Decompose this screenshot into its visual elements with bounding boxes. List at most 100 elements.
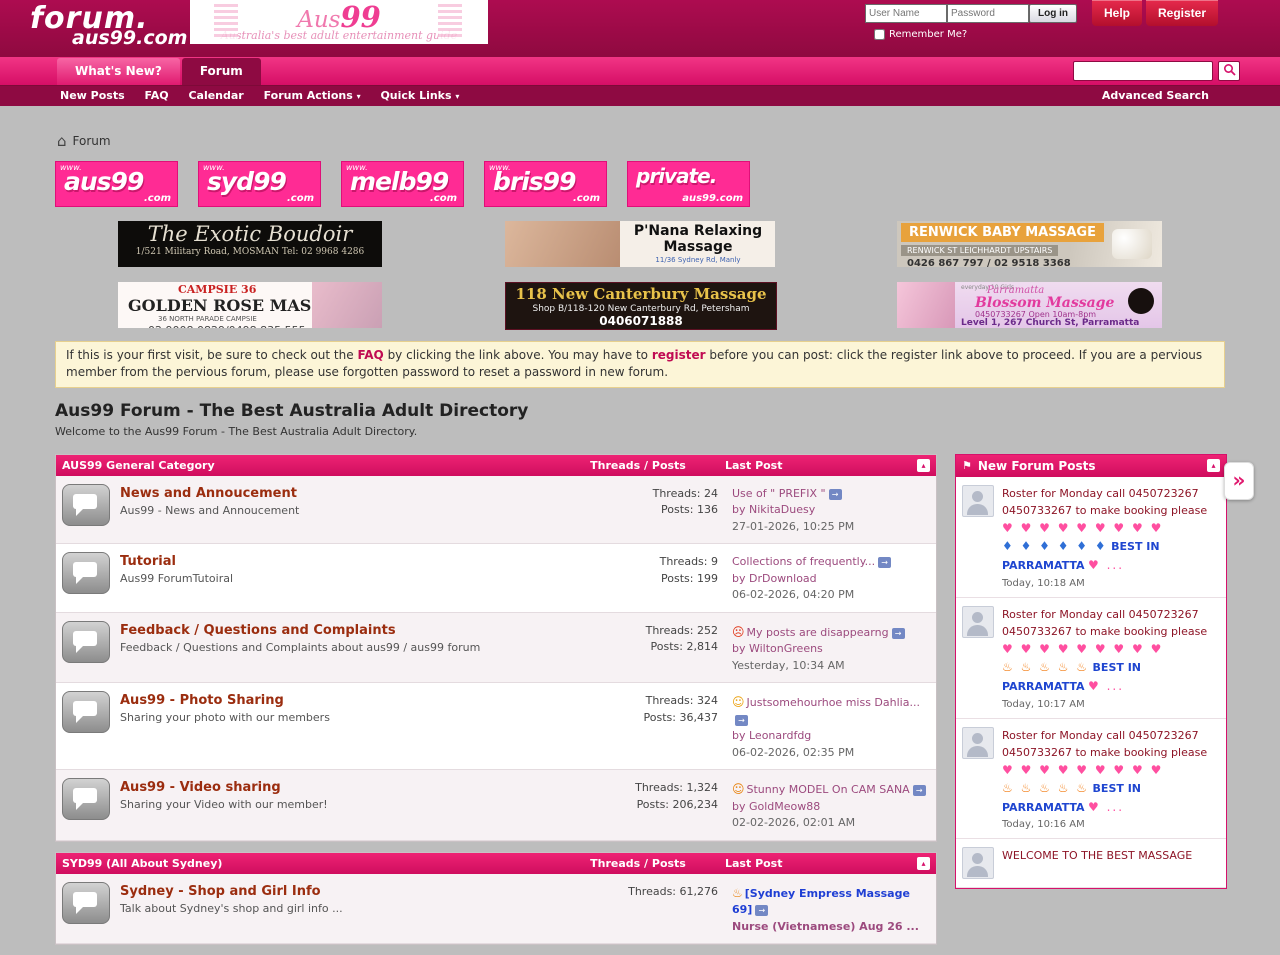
forum-link[interactable]: News and Annoucement [120, 486, 598, 501]
sidebar-expand-button[interactable]: » [1224, 462, 1254, 500]
banner-bris99[interactable]: www. bris99 .com [484, 161, 607, 207]
remember-me[interactable]: Remember Me? [874, 29, 967, 40]
hearts-emoji-row: ♥ ♥ ♥ ♥ ♥ ♥ ♥ ♥ ♥ [1002, 521, 1163, 535]
ad-title: Blossom Massage [975, 295, 1114, 311]
ad-photo [505, 221, 620, 267]
sidebar-post[interactable]: WELCOME TO THE BEST MASSAGE [956, 839, 1226, 888]
tab-forum[interactable]: Forum [182, 58, 261, 85]
forum-status-icon [62, 484, 110, 526]
last-post-cell: ☺Stunny MODEL On CAM SANA→ by GoldMeow88… [718, 778, 930, 832]
banner-name: bris99 [493, 167, 575, 196]
last-post-link[interactable]: Justsomehourhoe miss Dahlia... [747, 696, 920, 709]
last-post-link[interactable]: Stunny MODEL On CAM SANA [747, 783, 910, 796]
post-time: Today, 10:18 AM [1002, 578, 1220, 589]
goto-last-post-icon[interactable]: → [735, 715, 748, 726]
forum-row[interactable]: Aus99 - Video sharing Sharing your Video… [56, 770, 936, 841]
search-button[interactable] [1218, 61, 1240, 81]
ad-canterbury-massage[interactable]: 118 New Canterbury Massage Shop B/118-12… [505, 282, 777, 330]
banner-name: private. [636, 164, 716, 188]
site-logo[interactable]: forum. aus99.com [30, 1, 187, 49]
last-post-author[interactable]: by GoldMeow88 [732, 799, 930, 816]
nav-forum-actions[interactable]: Forum Actions ▾ [264, 89, 361, 102]
last-post-link-line2[interactable]: Nurse (Vietnamese) Aug 26 ... [732, 919, 930, 936]
last-post-author[interactable]: by NikitaDuesy [732, 502, 930, 519]
last-post-link[interactable]: Use of " PREFIX " [732, 487, 826, 500]
nav-quick-links[interactable]: Quick Links ▾ [380, 89, 459, 102]
category-syd99: SYD99 (All About Sydney) Threads / Posts… [55, 852, 937, 946]
logo-text-bottom: aus99.com [72, 27, 187, 49]
username-field[interactable] [865, 4, 947, 23]
register-button[interactable]: Register [1146, 0, 1218, 26]
collapse-category-button[interactable]: ▴ [917, 459, 930, 472]
nav-new-posts[interactable]: New Posts [60, 89, 125, 102]
column-last-post: Last Post [713, 857, 911, 870]
goto-last-post-icon[interactable]: → [878, 557, 891, 568]
forum-row[interactable]: Feedback / Questions and Complaints Feed… [56, 613, 936, 684]
ad-exotic-boudoir[interactable]: The Exotic Boudoir 1/521 Military Road, … [118, 221, 382, 267]
forum-stats: Threads: 1,324 Posts: 206,234 [598, 778, 718, 813]
column-threads-posts: Threads / Posts [563, 857, 713, 870]
forum-description: Talk about Sydney's shop and girl info .… [120, 902, 598, 915]
banner-melb99[interactable]: www. melb99 .com [341, 161, 464, 207]
remember-me-label: Remember Me? [889, 29, 967, 40]
forum-link[interactable]: Tutorial [120, 554, 598, 569]
sidebar-post[interactable]: Roster for Monday call 0450723267 045073… [956, 719, 1226, 840]
goto-last-post-icon[interactable]: → [892, 628, 905, 639]
sidebar-post[interactable]: Roster for Monday call 0450723267 045073… [956, 477, 1226, 598]
ad-renwick-massage[interactable]: RENWICK BABY MASSAGE RENWICK ST LEICHHAR… [897, 221, 1162, 267]
post-time: Today, 10:16 AM [1002, 819, 1220, 830]
advanced-search-link[interactable]: Advanced Search [1102, 86, 1209, 106]
cat-emoji-icon: ☺ [732, 782, 745, 796]
forum-status-icon [62, 552, 110, 594]
forum-link[interactable]: Sydney - Shop and Girl Info [120, 884, 598, 899]
ad-pnana-massage[interactable]: P'Nana Relaxing Massage 11/36 Sydney Rd,… [505, 221, 775, 267]
tab-whats-new[interactable]: What's New? [57, 58, 180, 85]
avatar [962, 606, 994, 638]
forum-row[interactable]: Sydney - Shop and Girl Info Talk about S… [56, 874, 936, 945]
help-button[interactable]: Help [1092, 0, 1142, 26]
banner-aus99[interactable]: www. aus99 .com [55, 161, 178, 207]
header-banner-ad[interactable]: Aus99 Australia's best adult entertainme… [190, 0, 488, 44]
forum-link[interactable]: Aus99 - Photo Sharing [120, 693, 598, 708]
login-button[interactable]: Log in [1029, 4, 1077, 23]
forum-stats: Threads: 324 Posts: 36,437 [598, 691, 718, 726]
breadcrumb-forum[interactable]: Forum [73, 134, 111, 148]
forum-row[interactable]: Aus99 - Photo Sharing Sharing your photo… [56, 683, 936, 770]
page-welcome: Welcome to the Aus99 Forum - The Best Au… [55, 425, 1280, 438]
notice-text: by clicking the link above. You may have… [384, 348, 652, 362]
goto-last-post-icon[interactable]: → [755, 905, 768, 916]
home-icon[interactable]: ⌂ [57, 132, 67, 150]
remember-me-checkbox[interactable] [874, 29, 885, 40]
ad-phone: 0406071888 [506, 314, 776, 328]
ad-golden-rose-massage[interactable]: CAMPSIE 36 GOLDEN ROSE MASSAGE 36 NORTH … [118, 282, 382, 328]
collapse-sidebar-button[interactable]: ▴ [1207, 459, 1220, 472]
goto-last-post-icon[interactable]: → [913, 785, 926, 796]
last-post-author[interactable]: by DrDownload [732, 571, 930, 588]
banner-syd99[interactable]: www. syd99 .com [198, 161, 321, 207]
password-field[interactable] [947, 4, 1029, 23]
nav-faq[interactable]: FAQ [144, 89, 168, 102]
ad-address: Shop B/118-120 New Canterbury Rd, Peters… [506, 304, 776, 314]
category-header: AUS99 General Category Threads / Posts L… [56, 455, 936, 476]
forum-link[interactable]: Aus99 - Video sharing [120, 780, 598, 795]
banner-private-aus99[interactable]: private. aus99.com [627, 161, 750, 207]
heart-emoji: ♥ ... [1088, 679, 1124, 693]
search-input[interactable] [1073, 61, 1213, 81]
column-last-post: Last Post [713, 459, 911, 472]
last-post-author[interactable]: by WiltonGreens [732, 641, 930, 658]
register-link[interactable]: register [652, 348, 706, 362]
goto-last-post-icon[interactable]: → [829, 489, 842, 500]
banner-name: aus99 [64, 167, 143, 196]
ad-blossom-massage[interactable]: everyday 10 Girls Parramatta Blossom Mas… [897, 282, 1162, 328]
last-post-author[interactable]: by Leonardfdg [732, 728, 930, 745]
faq-link[interactable]: FAQ [357, 348, 383, 362]
collapse-category-button[interactable]: ▴ [917, 857, 930, 870]
last-post-link[interactable]: My posts are disappearng [747, 626, 889, 639]
chevron-down-icon: ▾ [455, 92, 459, 101]
forum-link[interactable]: Feedback / Questions and Complaints [120, 623, 598, 638]
forum-row[interactable]: News and Annoucement Aus99 - News and An… [56, 476, 936, 545]
last-post-link[interactable]: Collections of frequently... [732, 555, 875, 568]
nav-calendar[interactable]: Calendar [188, 89, 243, 102]
sidebar-post[interactable]: Roster for Monday call 0450723267 045073… [956, 598, 1226, 719]
forum-row[interactable]: Tutorial Aus99 ForumTutoiral Threads: 9 … [56, 544, 936, 613]
